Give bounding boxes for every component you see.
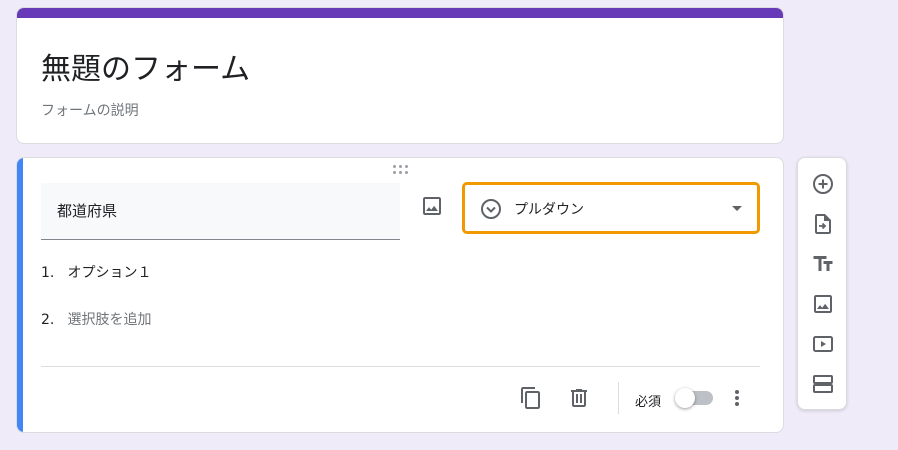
add-option-link[interactable]: 選択肢を追加 bbox=[67, 312, 151, 328]
footer-divider bbox=[41, 366, 760, 367]
add-image-icon[interactable] bbox=[811, 292, 835, 316]
more-vert-icon[interactable] bbox=[725, 386, 749, 410]
chevron-down-icon bbox=[732, 206, 742, 211]
toggle-knob bbox=[675, 388, 695, 408]
question-title-input[interactable]: 都道府県 bbox=[41, 183, 400, 240]
required-toggle[interactable] bbox=[675, 388, 713, 408]
add-option-item[interactable]: 2. 選択肢を追加 bbox=[41, 309, 151, 329]
add-question-icon[interactable] bbox=[811, 172, 835, 196]
form-title-card[interactable]: 無題のフォーム フォームの説明 bbox=[16, 7, 784, 144]
option-label[interactable]: オプション１ bbox=[67, 265, 151, 281]
form-accent-bar bbox=[17, 8, 783, 18]
question-type-label: プルダウン bbox=[514, 202, 584, 218]
option-number: 2. bbox=[41, 312, 55, 328]
active-question-indicator bbox=[17, 158, 23, 432]
option-number: 1. bbox=[41, 265, 55, 281]
add-title-icon[interactable] bbox=[811, 252, 835, 276]
question-card[interactable]: 都道府県 プルダウン 1. オプション１ 2. 選択肢を追加 必須 bbox=[16, 157, 784, 433]
floating-toolbar bbox=[797, 157, 847, 410]
add-image-icon[interactable] bbox=[420, 194, 444, 218]
question-type-dropdown[interactable]: プルダウン bbox=[462, 182, 760, 234]
footer-separator bbox=[618, 382, 619, 414]
dropdown-circle-icon bbox=[479, 197, 503, 221]
import-questions-icon[interactable] bbox=[811, 212, 835, 236]
copy-icon[interactable] bbox=[519, 386, 543, 410]
required-label: 必須 bbox=[635, 395, 662, 410]
add-video-icon[interactable] bbox=[811, 332, 835, 356]
drag-handle-icon[interactable] bbox=[393, 165, 409, 175]
list-item[interactable]: 1. オプション１ bbox=[41, 262, 151, 282]
form-description[interactable]: フォームの説明 bbox=[41, 100, 139, 120]
trash-icon[interactable] bbox=[567, 386, 591, 410]
form-title[interactable]: 無題のフォーム bbox=[41, 44, 250, 88]
add-section-icon[interactable] bbox=[811, 372, 835, 396]
